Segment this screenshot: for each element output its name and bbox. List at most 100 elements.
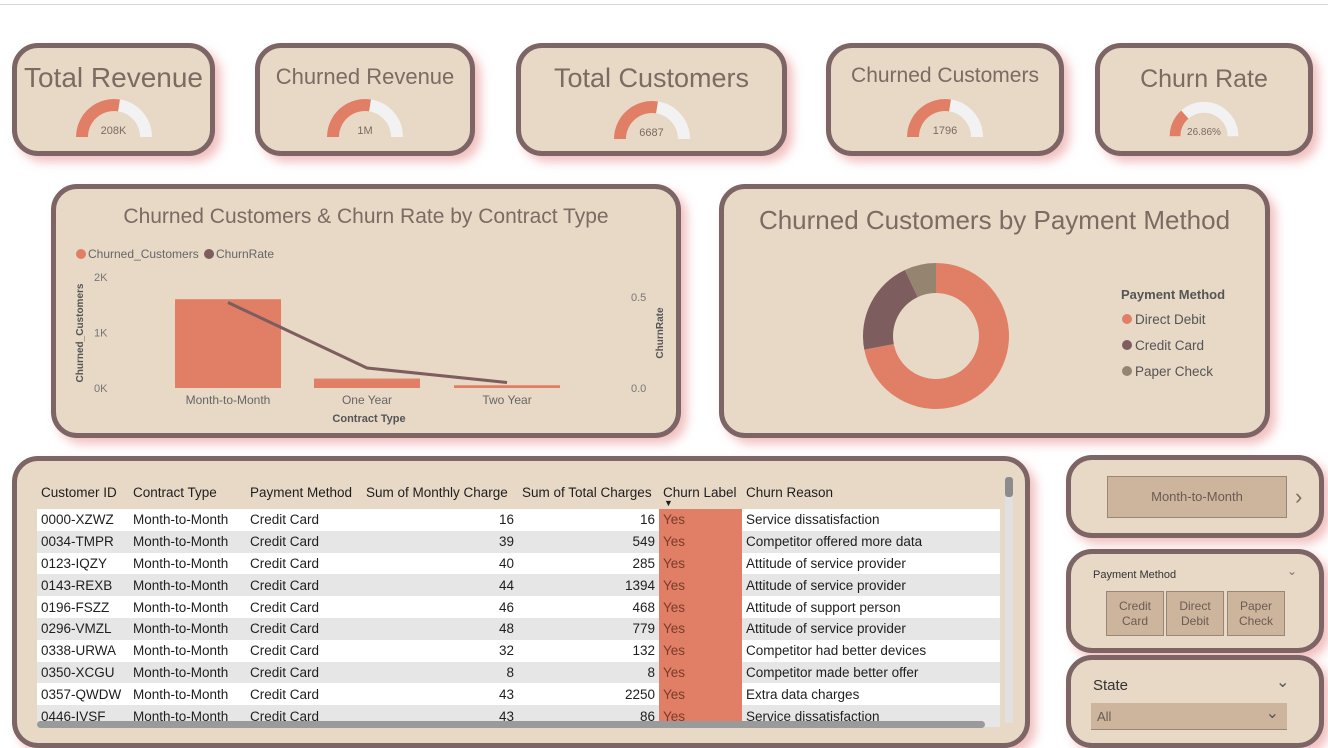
kpi-card-churned-revenue: Churned Revenue 1M xyxy=(255,43,475,156)
table-cell: 0143-REXB xyxy=(37,574,129,597)
payment-slicer-card: Payment Method ⌄ Credit Card Direct Debi… xyxy=(1066,549,1324,653)
payment-option-credit-card[interactable]: Credit Card xyxy=(1106,591,1164,636)
table-cell: 0123-IQZY xyxy=(37,552,129,575)
y2-tick-label: 0.0 xyxy=(631,383,646,395)
payment-option-paper-check[interactable]: Paper Check xyxy=(1227,591,1285,636)
contract-slicer-selected[interactable]: Month-to-Month xyxy=(1107,476,1287,518)
legend-label: Credit Card xyxy=(1135,337,1205,353)
table-cell: 132 xyxy=(518,639,659,662)
table-cell: 48 xyxy=(362,617,518,640)
header-churn-label[interactable]: Churn Label ▼ xyxy=(659,475,742,509)
table-cell: 39 xyxy=(362,530,518,553)
kpi-value: 26.86% xyxy=(1187,127,1221,138)
vertical-scrollbar[interactable] xyxy=(1005,477,1013,723)
payment-option-direct-debit[interactable]: Direct Debit xyxy=(1166,591,1224,636)
table-cell: 2250 xyxy=(518,683,659,706)
top-border xyxy=(0,0,1328,5)
y-tick-label: 2K xyxy=(94,272,108,284)
donut-legend: Direct Debit Credit Card Paper Check xyxy=(1122,306,1213,384)
table-cell: 44 xyxy=(362,574,518,597)
header-total-charges[interactable]: Sum of Total Charges xyxy=(518,475,659,509)
option-line: Card xyxy=(1121,614,1148,628)
table-body: 0000-XZWZ Month-to-Month Credit Card 16 16 Ye… xyxy=(37,509,1000,727)
legend-marker xyxy=(1122,340,1132,350)
kpi-title: Churned Customers xyxy=(851,64,1039,87)
kpi-value: 208K xyxy=(100,125,127,137)
option-line: Credit xyxy=(1118,599,1151,613)
header-churn-reason[interactable]: Churn Reason xyxy=(742,475,1000,509)
table-cell: 0357-QWDW xyxy=(37,683,129,706)
y-axis-label: Churned_Customers xyxy=(75,283,86,382)
legend-marker xyxy=(1122,314,1132,324)
table-cell: Credit Card xyxy=(246,574,362,597)
table-cell: 779 xyxy=(518,617,659,640)
contract-chart: Churned_Customers ChurnRate 0K 1K 2K 0.0 0.5 Ch… xyxy=(75,247,666,425)
table-cell: Extra data charges xyxy=(742,683,1000,706)
table-cell: 0196-FSZZ xyxy=(37,596,129,618)
table-cell: Credit Card xyxy=(246,552,362,575)
table-row[interactable]: 0143-REXB Month-to-Month Credit Card 44 1394… xyxy=(37,574,1000,597)
chevron-down-icon[interactable]: ⌄ xyxy=(1287,564,1297,578)
table-cell: 0000-XZWZ xyxy=(37,509,129,531)
kpi-card-total-revenue: Total Revenue 208K xyxy=(12,43,215,156)
table-cell: 8 xyxy=(518,661,659,684)
table-cell: Month-to-Month xyxy=(129,617,246,640)
legend-title: Payment Method xyxy=(1121,287,1226,302)
table-row[interactable]: 0034-TMPR Month-to-Month Credit Card 39 549 Y… xyxy=(37,530,1000,553)
vertical-scroll-thumb[interactable] xyxy=(1005,477,1013,497)
chevron-down-icon: ⌄ xyxy=(1265,705,1279,722)
kpi-value: 6687 xyxy=(639,127,664,139)
table-row[interactable]: 0123-IQZY Month-to-Month Credit Card 40 285 Y… xyxy=(37,552,1000,575)
table-cell: Attitude of support person xyxy=(742,596,1000,618)
table-cell: Attitude of service provider xyxy=(742,617,1000,640)
table-cell: 16 xyxy=(362,509,518,531)
table-cell: Month-to-Month xyxy=(129,552,246,575)
header-customer-id[interactable]: Customer ID xyxy=(37,475,129,509)
chevron-right-icon[interactable]: › xyxy=(1295,484,1302,510)
y-tick-label: 1K xyxy=(94,328,108,340)
legend-item[interactable]: Credit Card xyxy=(1122,332,1213,358)
kpi-value: 1796 xyxy=(932,125,958,137)
chart-legend: Churned_Customers ChurnRate xyxy=(76,247,274,261)
table-cell: 1394 xyxy=(518,574,659,597)
kpi-title: Total Revenue xyxy=(23,62,203,93)
option-line: Check xyxy=(1238,614,1273,628)
state-dropdown[interactable]: All ⌄ xyxy=(1091,703,1287,730)
bar xyxy=(175,299,281,388)
x-tick-label: Two Year xyxy=(482,393,531,407)
table-row[interactable]: 0350-XCGU Month-to-Month Credit Card 8 8 Yes C… xyxy=(37,661,1000,684)
payment-slicer-title: Payment Method xyxy=(1093,569,1177,581)
option-line: Debit xyxy=(1180,614,1209,628)
horizontal-scrollbar[interactable] xyxy=(37,721,985,728)
table-cell: 16 xyxy=(518,509,659,531)
table-cell: Month-to-Month xyxy=(129,596,246,618)
header-monthly-charge[interactable]: Sum of Monthly Charge xyxy=(362,475,518,509)
table-cell: 43 xyxy=(362,683,518,706)
table-row[interactable]: 0196-FSZZ Month-to-Month Credit Card 46 468 Y… xyxy=(37,596,1000,618)
legend-item[interactable]: Direct Debit xyxy=(1122,306,1213,332)
table-cell: Month-to-Month xyxy=(129,661,246,684)
state-dropdown-value: All xyxy=(1097,709,1112,724)
legend-item[interactable]: Paper Check xyxy=(1122,358,1213,384)
option-line: Paper xyxy=(1239,599,1273,613)
table-cell: Credit Card xyxy=(246,509,362,531)
table-row[interactable]: 0357-QWDW Month-to-Month Credit Card 43 2250… xyxy=(37,683,1000,706)
legend-label: Paper Check xyxy=(1135,363,1214,379)
table-cell: 46 xyxy=(362,596,518,618)
table-row[interactable]: 0338-URWA Month-to-Month Credit Card 32 132 Y… xyxy=(37,639,1000,662)
header-payment-method[interactable]: Payment Method xyxy=(246,475,362,509)
chevron-down-icon[interactable]: ⌄ xyxy=(1276,672,1289,692)
x-axis-label: Contract Type xyxy=(332,413,405,425)
chart-title: Churned Customers & Churn Rate by Contra… xyxy=(123,205,609,228)
table-row[interactable]: 0296-VMZL Month-to-Month Credit Card 48 779 Y… xyxy=(37,617,1000,640)
x-tick-label: Month-to-Month xyxy=(186,393,271,407)
option-line: Direct xyxy=(1179,599,1211,613)
table-row[interactable]: 0000-XZWZ Month-to-Month Credit Card 16 16 Ye… xyxy=(37,509,1000,531)
table-cell: Competitor made better offer xyxy=(742,661,1000,684)
kpi-value: 1M xyxy=(357,125,373,137)
header-contract-type[interactable]: Contract Type xyxy=(129,475,246,509)
donut-slice xyxy=(863,269,918,350)
table-cell: Credit Card xyxy=(246,683,362,706)
y-tick-label: 0K xyxy=(94,383,108,395)
sort-desc-icon: ▼ xyxy=(664,498,673,508)
